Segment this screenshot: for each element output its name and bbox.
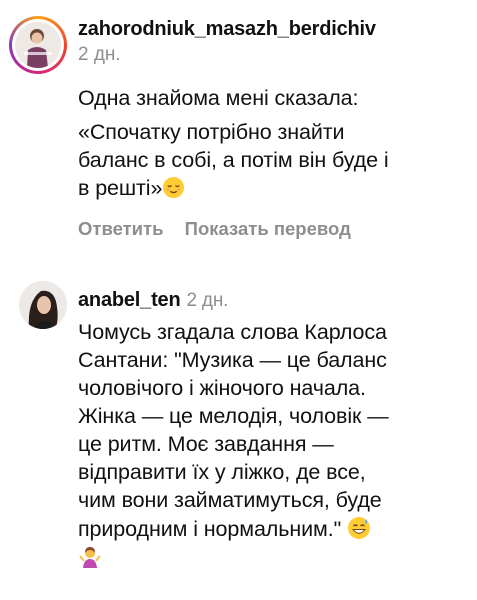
comment-actions: Ответить Показать перевод — [78, 218, 351, 240]
comment-text-line: Одна знайома мені сказала: — [78, 86, 359, 110]
comment-text-line-with-emoji — [78, 544, 102, 574]
comment-text-line: чим вони займатимуться, буде — [78, 488, 382, 512]
comment-text: в решті» — [78, 176, 163, 200]
comment-text-line: Чомусь згадала слова Карлоса — [78, 320, 387, 344]
relieved-face-emoji-icon — [162, 176, 185, 205]
show-translation-button[interactable]: Показать перевод — [185, 218, 351, 239]
avatar-image — [15, 22, 61, 68]
timestamp: 2 дн. — [186, 290, 229, 311]
comment-text: природним і нормальним." — [78, 517, 342, 541]
username[interactable]: zahorodniuk_masazh_berdichiv — [78, 18, 376, 41]
woman-shrugging-emoji-icon — [78, 544, 102, 574]
username-with-time: anabel_ten 2 дн. — [78, 289, 228, 312]
person-icon — [19, 281, 67, 329]
comment-text-line: це ритм. Моє завдання — — [78, 432, 334, 456]
timestamp: 2 дн. — [78, 44, 121, 65]
username[interactable]: anabel_ten — [78, 289, 181, 311]
comment-text-line: Жінка — це мелодія, чоловік — — [78, 404, 389, 428]
comment-text-line-with-emoji: в решті» — [78, 176, 185, 205]
comment-text-line: баланс в собі, а потім він буде і — [78, 148, 389, 172]
comment-text-line-with-emoji: природним і нормальним." — [78, 516, 371, 546]
person-icon — [15, 22, 61, 68]
reply-button[interactable]: Ответить — [78, 218, 164, 239]
avatar[interactable] — [19, 281, 67, 329]
avatar[interactable] — [9, 16, 67, 74]
grinning-face-with-sweat-emoji-icon — [347, 516, 371, 546]
comment-text-line: Сантани: "Музика — це баланс — [78, 348, 387, 372]
comment-text-line: «Спочатку потрібно знайти — [78, 120, 345, 144]
comment-text-line: відправити їх у ліжко, де все, — [78, 460, 366, 484]
comment-text-line: чоловічого і жіночого начала. — [78, 376, 366, 400]
